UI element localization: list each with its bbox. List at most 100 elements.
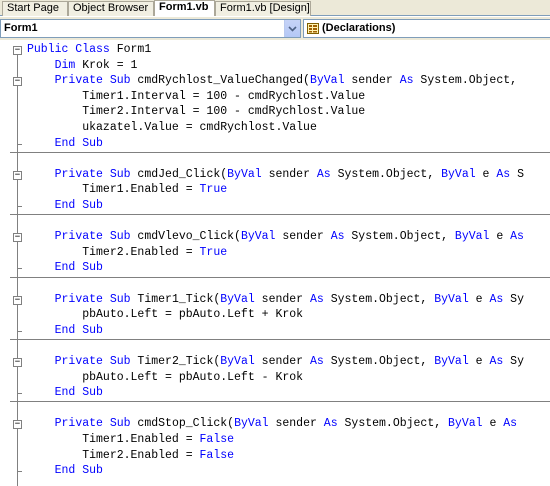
keyword-token: As [510,230,524,244]
keyword-token: ByVal [454,230,490,244]
keyword-token: Private Sub [54,355,131,368]
class-name-value: Form1 [4,22,38,34]
keyword-token: As [489,292,504,306]
code-line[interactable]: Timer1.Enabled = True [27,182,227,198]
keyword-token: False [199,448,235,462]
selection-margin [0,40,10,486]
code-token: cmdJed_Click( [130,167,228,181]
keyword-token: ByVal [240,230,276,244]
code-token: Timer1_Tick( [130,292,221,306]
keyword-token: False [199,433,235,446]
code-line[interactable]: Private Sub Timer1_Tick(ByVal sender As … [27,292,524,308]
code-token: e [482,417,504,431]
code-line[interactable]: Private Sub Timer2_Tick(ByVal sender As … [27,354,524,370]
code-line[interactable]: ukazatel.Value = cmdRychlost.Value [27,120,317,136]
code-token: ukazatel.Value = cmdRychlost.Value [27,121,317,134]
code-line[interactable]: Private Sub cmdVlevo_Click(ByVal sender … [27,229,524,245]
collapse-toggle-icon[interactable]: − [13,358,22,367]
code-line[interactable]: Timer2.Interval = 100 - cmdRychlost.Valu… [27,104,365,120]
code-token: sender [261,167,317,181]
keyword-token: ByVal [234,417,269,431]
collapse-toggle-icon[interactable]: − [13,170,22,180]
code-editor[interactable]: Public Class Form1 Dim Krok = 1 Private … [0,40,550,486]
code-line[interactable]: Timer2.Enabled = False [27,448,234,464]
code-token: e [468,355,490,368]
code-token: Timer1.Enabled = [27,433,200,446]
tab-object-browser[interactable]: Object Browser [68,1,154,16]
code-token: Timer1.Interval = 100 - cmdRychlost.Valu… [27,89,366,103]
collapse-toggle-icon[interactable]: − [13,295,22,305]
tab-label: Object Browser [73,2,149,14]
outline-end-marker [17,393,22,395]
procedure-separator [10,338,550,340]
outline-connector [17,242,18,269]
code-line[interactable]: Timer2.Enabled = True [27,245,227,261]
method-name-combo[interactable]: (Declarations) [303,19,550,38]
collapse-toggle-icon[interactable]: − [13,420,22,430]
code-token: S [510,167,524,181]
keyword-token: Private Sub [54,417,131,431]
keyword-token: End Sub [54,199,103,212]
procedure-separator [10,401,550,403]
keyword-token: As [330,230,345,244]
tab-start-page[interactable]: Start Page [2,1,68,16]
collapse-toggle-icon[interactable]: − [13,46,22,55]
code-line[interactable]: End Sub [27,198,103,214]
code-token: pbAuto.Left = pbAuto.Left - Krok [27,370,304,384]
code-line[interactable]: End Sub [27,385,103,401]
keyword-token: Public Class [27,43,110,56]
code-line[interactable]: End Sub [27,323,103,339]
outline-connector [17,179,18,206]
keyword-token: As [399,74,414,88]
code-token: sender [275,230,331,244]
code-line[interactable]: Timer1.Enabled = False [27,432,234,448]
code-line[interactable]: Private Sub cmdRychlost_ValueChanged(ByV… [27,73,517,89]
code-line[interactable]: Private Sub cmdJed_Click(ByVal sender As… [27,167,524,183]
keyword-token: End Sub [54,136,103,150]
code-line[interactable]: End Sub [27,260,103,276]
code-line[interactable]: Timer1.Interval = 100 - cmdRychlost.Valu… [27,89,365,105]
code-line[interactable]: pbAuto.Left = pbAuto.Left - Krok [27,370,303,386]
code-token: e [489,230,511,244]
keyword-token: As [503,417,518,431]
code-token: sender [254,292,310,306]
chevron-down-icon[interactable] [284,20,300,37]
class-name-combo[interactable]: Form1 [0,19,301,38]
code-token: cmdVlevo_Click( [130,230,241,244]
code-line[interactable]: Dim Krok = 1 [27,58,138,74]
collapse-toggle-icon[interactable]: − [13,77,22,87]
tab-form1-vb[interactable]: Form1.vb [154,0,215,16]
code-token: e [468,292,490,306]
code-token: Krok = 1 [75,58,138,72]
tab-form1-design[interactable]: Form1.vb [Design] [215,1,311,16]
keyword-token: Private Sub [54,167,131,181]
procedure-separator [10,214,550,216]
code-token: Timer1.Enabled = [27,183,200,197]
procedure-separator [10,276,550,278]
keyword-token: Dim [54,58,76,72]
keyword-token: Private Sub [54,74,131,88]
code-token: cmdRychlost_ValueChanged( [130,74,310,88]
collapse-toggle-icon[interactable]: − [13,233,22,243]
keyword-token: ByVal [434,355,469,368]
outline-connector [17,304,18,331]
code-token: e [475,167,497,181]
code-line[interactable]: End Sub [27,463,103,479]
declarations-icon [307,23,319,34]
outline-end-marker [17,471,22,473]
keyword-token: True [199,183,228,197]
code-token: System.Object, [413,74,518,88]
code-token: pbAuto.Left = pbAuto.Left + Krok [27,308,304,322]
keyword-token: As [309,355,324,368]
code-line[interactable]: End Sub [27,136,103,152]
code-line[interactable]: Public Class Form1 [27,42,151,58]
code-line[interactable]: Private Sub cmdStop_Click(ByVal sender A… [27,416,517,432]
code-line[interactable]: pbAuto.Left = pbAuto.Left + Krok [27,307,303,323]
